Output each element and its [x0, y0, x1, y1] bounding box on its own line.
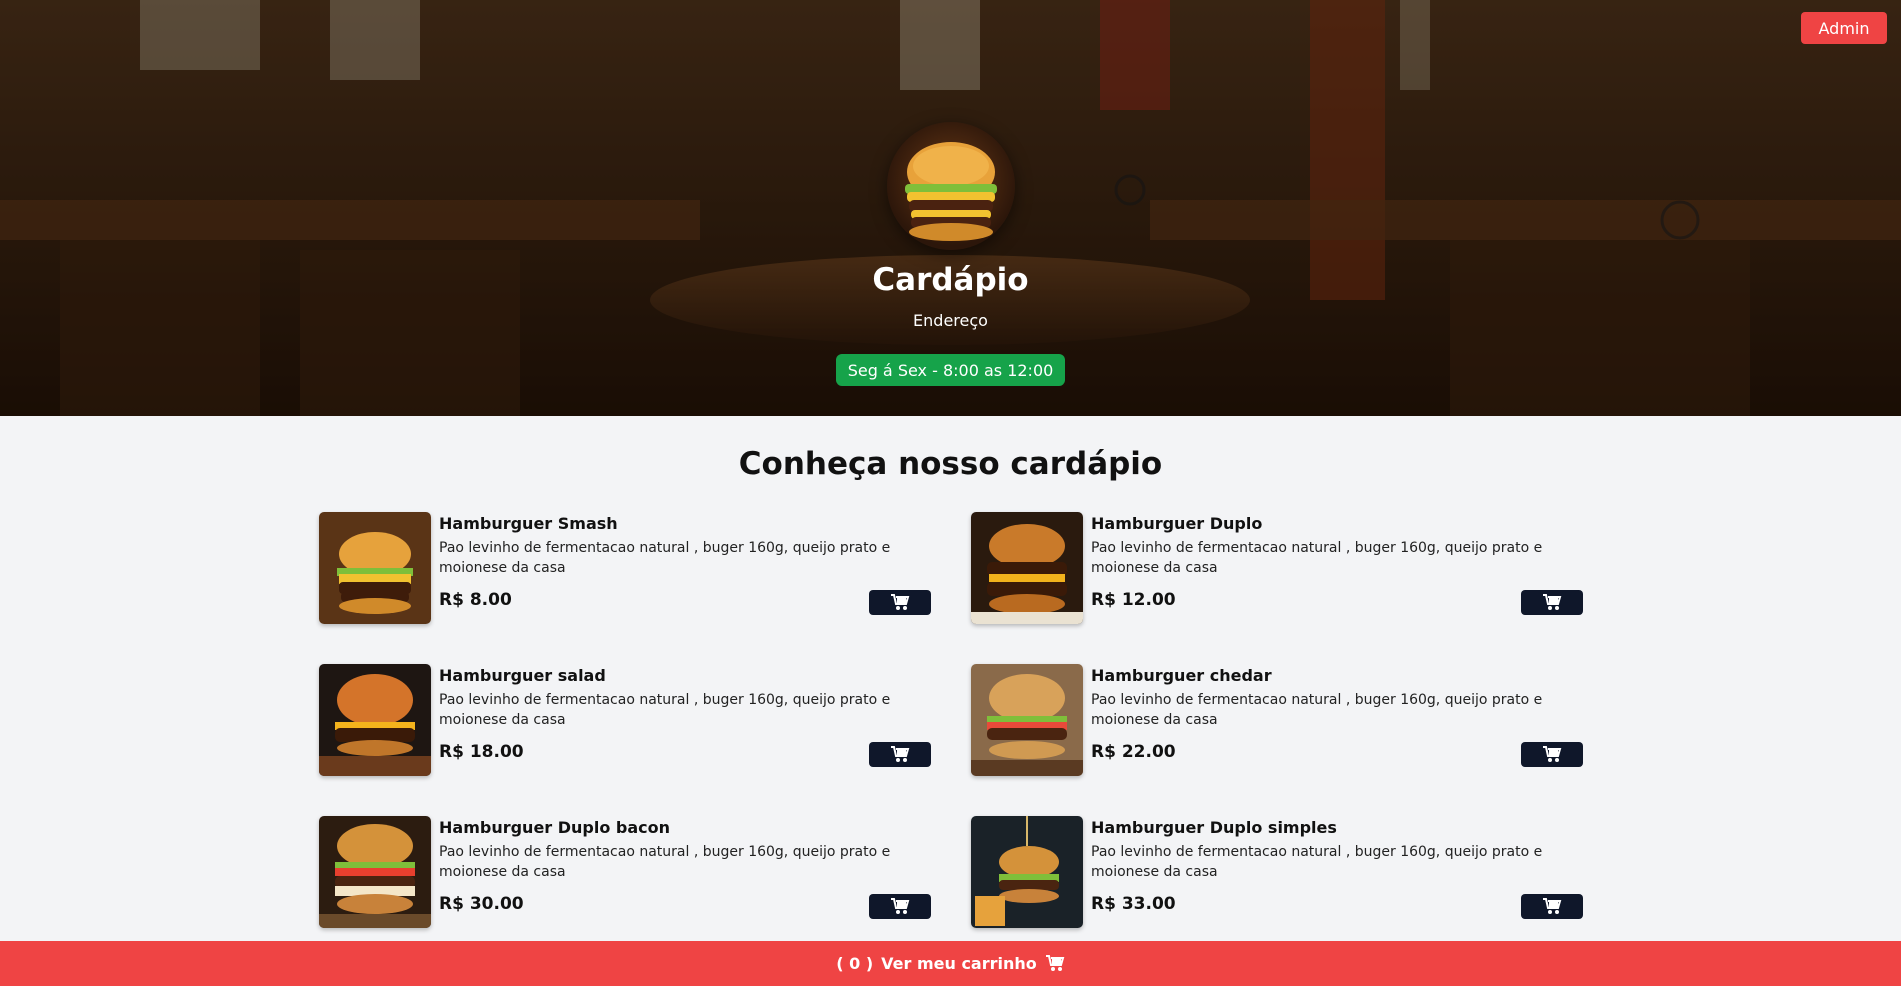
item-description: Pao levinho de fermentacao natural , bug… [439, 692, 891, 728]
cart-icon [1543, 593, 1562, 610]
item-description: Pao levinho de fermentacao natural , bug… [1091, 540, 1543, 576]
add-to-cart-button[interactable] [1521, 894, 1583, 919]
item-description: Pao levinho de fermentacao natural , bug… [439, 844, 891, 880]
item-price: R$ 22.00 [1091, 742, 1176, 762]
item-price: R$ 8.00 [439, 590, 512, 610]
view-cart-label: Ver meu carrinho [881, 954, 1037, 973]
item-name: Hamburguer Duplo [1091, 514, 1263, 533]
burger-image [319, 512, 431, 624]
cart-icon [891, 745, 910, 762]
view-cart-button[interactable]: ( 0 ) Ver meu carrinho [0, 941, 1901, 986]
cart-icon [891, 897, 910, 914]
cart-icon [1045, 954, 1065, 971]
burger-image [319, 816, 431, 928]
restaurant-address: Endereço [913, 311, 988, 330]
menu-item: Hamburguer Smash Pao levinho de fermenta… [319, 512, 931, 624]
add-to-cart-button[interactable] [1521, 742, 1583, 767]
logo-burger-image [887, 122, 1015, 250]
cart-icon [1543, 745, 1562, 762]
menu-item: Hamburguer salad Pao levinho de fermenta… [319, 664, 931, 776]
hero-header: Admin Cardápio Endereço Seg á Sex - 8:00… [0, 0, 1901, 416]
item-name: Hamburguer Duplo simples [1091, 818, 1337, 837]
menu-item: Hamburguer chedar Pao levinho de ferment… [971, 664, 1583, 776]
add-to-cart-button[interactable] [1521, 590, 1583, 615]
cart-icon [891, 593, 910, 610]
cart-icon [1543, 897, 1562, 914]
burger-image [971, 512, 1083, 624]
item-price: R$ 33.00 [1091, 894, 1176, 914]
burger-image [971, 664, 1083, 776]
item-name: Hamburguer chedar [1091, 666, 1272, 685]
item-name: Hamburguer salad [439, 666, 606, 685]
add-to-cart-button[interactable] [869, 742, 931, 767]
item-description: Pao levinho de fermentacao natural , bug… [1091, 692, 1543, 728]
item-price: R$ 30.00 [439, 894, 524, 914]
item-price: R$ 18.00 [439, 742, 524, 762]
menu-item: Hamburguer Duplo Pao levinho de fermenta… [971, 512, 1583, 624]
cart-count: ( 0 ) [836, 954, 874, 973]
item-description: Pao levinho de fermentacao natural , bug… [1091, 844, 1543, 880]
add-to-cart-button[interactable] [869, 590, 931, 615]
item-price: R$ 12.00 [1091, 590, 1176, 610]
menu-item: Hamburguer Duplo simples Pao levinho de … [971, 816, 1583, 928]
burger-image [319, 664, 431, 776]
menu-page: Admin Cardápio Endereço Seg á Sex - 8:00… [0, 0, 1901, 986]
item-name: Hamburguer Smash [439, 514, 618, 533]
item-name: Hamburguer Duplo bacon [439, 818, 671, 837]
admin-button[interactable]: Admin [1801, 12, 1887, 44]
opening-hours-badge: Seg á Sex - 8:00 as 12:00 [836, 354, 1065, 386]
page-title: Cardápio [872, 262, 1029, 298]
item-description: Pao levinho de fermentacao natural , bug… [439, 540, 891, 576]
add-to-cart-button[interactable] [869, 894, 931, 919]
menu-section-title: Conheça nosso cardápio [738, 446, 1163, 482]
burger-image [971, 816, 1083, 928]
menu-item: Hamburguer Duplo bacon Pao levinho de fe… [319, 816, 931, 928]
